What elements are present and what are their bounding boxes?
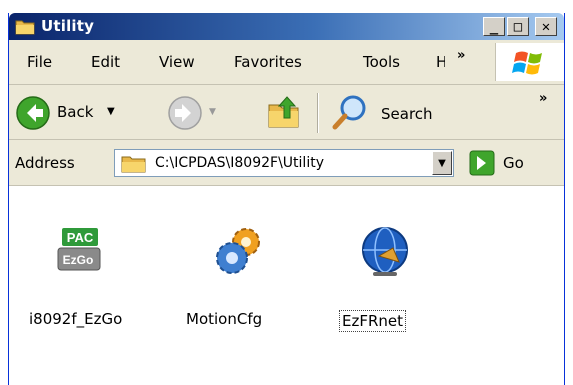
file-item-motioncfg[interactable]: MotionCfg — [184, 186, 294, 346]
back-label: Back — [57, 103, 94, 121]
menu-overflow-chevron[interactable]: » — [457, 48, 466, 63]
toolbar-overflow-chevron[interactable]: » — [539, 91, 548, 106]
search-icon — [332, 95, 366, 130]
go-button[interactable]: Go — [467, 149, 551, 177]
menu-bar: File Edit View Favorites Tools H » — [9, 40, 564, 85]
gears-icon — [216, 228, 260, 274]
forward-arrow-icon — [168, 96, 202, 130]
svg-text:EzGo: EzGo — [63, 253, 94, 267]
file-view: PAC EzGo i8092f_EzGo MotionCfg EzFRnet — [9, 186, 564, 385]
maximize-button[interactable]: □ — [507, 17, 529, 36]
menu-edit[interactable]: Edit — [91, 53, 120, 71]
back-arrow-icon — [16, 96, 50, 130]
forward-dropdown-arrow[interactable]: ▼ — [209, 107, 216, 117]
menu-view[interactable]: View — [159, 53, 195, 71]
chevron-down-icon: ▼ — [438, 157, 446, 169]
close-button[interactable]: ✕ — [535, 17, 557, 36]
toolbar-separator — [317, 93, 319, 133]
search-label: Search — [381, 105, 433, 123]
svg-text:PAC: PAC — [67, 230, 94, 245]
menu-help[interactable]: H — [436, 53, 445, 71]
globe-icon — [362, 227, 408, 276]
menu-tools[interactable]: Tools — [363, 53, 400, 71]
file-label: EzFRnet — [339, 310, 407, 332]
address-input[interactable]: C:\ICPDAS\I8092F\Utility ▼ — [114, 149, 454, 177]
address-dropdown-button[interactable]: ▼ — [432, 151, 452, 175]
search-button[interactable]: Search — [329, 91, 469, 133]
go-arrow-icon — [469, 150, 495, 176]
menu-file[interactable]: File — [27, 53, 52, 71]
title-bar[interactable]: Utility _ □ ✕ — [9, 13, 564, 40]
file-item-i8092f-ezgo[interactable]: PAC EzGo i8092f_EzGo — [19, 186, 139, 346]
explorer-window: Utility _ □ ✕ File Edit View Favorites T… — [8, 13, 565, 385]
pac-ezgo-icon: PAC EzGo — [57, 228, 101, 271]
address-label: Address — [15, 154, 75, 172]
back-dropdown-arrow[interactable]: ▼ — [107, 106, 115, 117]
address-value: C:\ICPDAS\I8092F\Utility — [155, 155, 324, 171]
file-label: MotionCfg — [186, 310, 263, 328]
up-folder-icon[interactable] — [265, 93, 305, 131]
file-label: i8092f_EzGo — [29, 310, 123, 328]
standard-toolbar: Back ▼ ▼ Search » — [9, 85, 564, 140]
folder-icon — [121, 156, 146, 173]
windows-logo — [495, 43, 564, 81]
back-button[interactable]: Back ▼ — [13, 93, 133, 131]
forward-button[interactable]: ▼ — [167, 95, 227, 131]
address-bar: Address C:\ICPDAS\I8092F\Utility ▼ Go — [9, 140, 564, 186]
folder-icon — [15, 20, 35, 35]
window-title: Utility — [41, 17, 95, 35]
minimize-button[interactable]: _ — [483, 17, 505, 36]
file-item-ezfrnet[interactable]: EzFRnet — [331, 186, 441, 346]
go-label: Go — [503, 154, 524, 172]
menu-favorites[interactable]: Favorites — [234, 53, 302, 71]
